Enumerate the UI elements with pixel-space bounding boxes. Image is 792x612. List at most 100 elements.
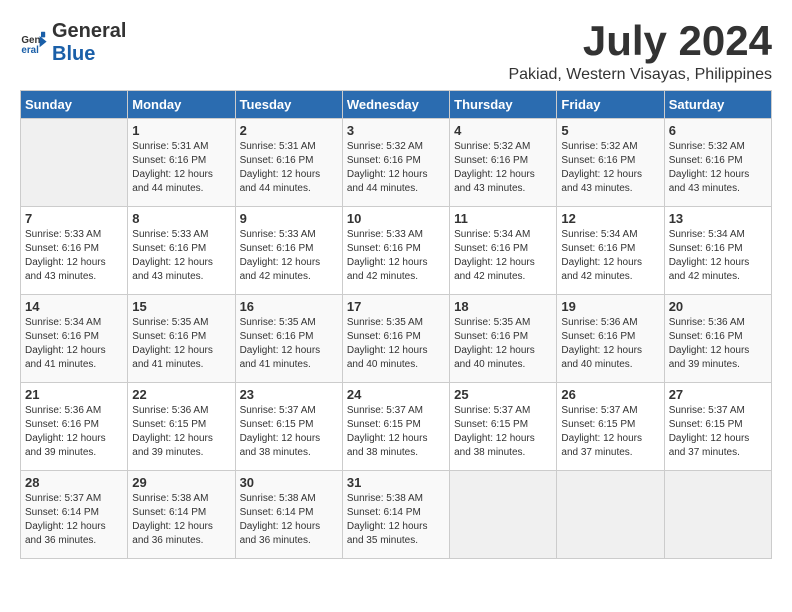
calendar-cell: 8 Sunrise: 5:33 AM Sunset: 6:16 PM Daylig… (128, 207, 235, 295)
day-number: 21 (25, 387, 123, 402)
calendar-week-row: 21 Sunrise: 5:36 AM Sunset: 6:16 PM Dayli… (21, 383, 772, 471)
day-info: Sunrise: 5:32 AM Sunset: 6:16 PM Dayligh… (347, 140, 445, 196)
day-info: Sunrise: 5:36 AM Sunset: 6:16 PM Dayligh… (561, 316, 659, 372)
day-number: 28 (25, 475, 123, 490)
day-number: 23 (240, 387, 338, 402)
calendar-cell: 12 Sunrise: 5:34 AM Sunset: 6:16 PM Dayli… (557, 207, 664, 295)
day-info: Sunrise: 5:38 AM Sunset: 6:14 PM Dayligh… (132, 492, 230, 548)
day-number: 18 (454, 299, 552, 314)
calendar-cell: 25Sunrise: 5:37 AM Sunset: 6:15 PM Dayli… (450, 383, 557, 471)
day-info: Sunrise: 5:34 AM Sunset: 6:16 PM Dayligh… (669, 228, 767, 284)
weekday-header-saturday: Saturday (664, 91, 771, 119)
day-info: Sunrise: 5:37 AM Sunset: 6:15 PM Dayligh… (669, 404, 767, 460)
day-info: Sunrise: 5:35 AM Sunset: 6:16 PM Dayligh… (132, 316, 230, 372)
calendar-cell (557, 471, 664, 559)
weekday-header-wednesday: Wednesday (342, 91, 449, 119)
day-info: Sunrise: 5:32 AM Sunset: 6:16 PM Dayligh… (561, 140, 659, 196)
day-number: 25 (454, 387, 552, 402)
calendar-cell: 3Sunrise: 5:32 AM Sunset: 6:16 PM Daylig… (342, 119, 449, 207)
day-info: Sunrise: 5:36 AM Sunset: 6:16 PM Dayligh… (25, 404, 123, 460)
calendar-cell (450, 471, 557, 559)
day-info: Sunrise: 5:34 AM Sunset: 6:16 PM Dayligh… (561, 228, 659, 284)
day-info: Sunrise: 5:36 AM Sunset: 6:16 PM Dayligh… (669, 316, 767, 372)
svg-text:eral: eral (21, 45, 39, 56)
logo: Gen eral General Blue (20, 20, 126, 66)
calendar-cell: 6 Sunrise: 5:32 AM Sunset: 6:16 PM Daylig… (664, 119, 771, 207)
weekday-header-row: SundayMondayTuesdayWednesdayThursdayFrid… (21, 91, 772, 119)
day-number: 30 (240, 475, 338, 490)
day-info: Sunrise: 5:37 AM Sunset: 6:14 PM Dayligh… (25, 492, 123, 548)
day-number: 19 (561, 299, 659, 314)
day-info: Sunrise: 5:37 AM Sunset: 6:15 PM Dayligh… (240, 404, 338, 460)
calendar-cell: 15 Sunrise: 5:35 AM Sunset: 6:16 PM Dayli… (128, 295, 235, 383)
day-number: 7 (25, 211, 123, 226)
calendar-cell: 14 Sunrise: 5:34 AM Sunset: 6:16 PM Dayli… (21, 295, 128, 383)
calendar-cell: 20Sunrise: 5:36 AM Sunset: 6:16 PM Dayli… (664, 295, 771, 383)
day-number: 26 (561, 387, 659, 402)
day-info: Sunrise: 5:35 AM Sunset: 6:16 PM Dayligh… (347, 316, 445, 372)
month-year-title: July 2024 (508, 20, 772, 62)
calendar-cell (21, 119, 128, 207)
day-info: Sunrise: 5:33 AM Sunset: 6:16 PM Dayligh… (347, 228, 445, 284)
day-info: Sunrise: 5:31 AM Sunset: 6:16 PM Dayligh… (132, 140, 230, 196)
day-number: 15 (132, 299, 230, 314)
logo-blue: Blue (52, 43, 95, 65)
day-info: Sunrise: 5:33 AM Sunset: 6:16 PM Dayligh… (132, 228, 230, 284)
calendar-cell: 26 Sunrise: 5:37 AM Sunset: 6:15 PM Dayli… (557, 383, 664, 471)
calendar-cell: 18 Sunrise: 5:35 AM Sunset: 6:16 PM Dayli… (450, 295, 557, 383)
day-info: Sunrise: 5:32 AM Sunset: 6:16 PM Dayligh… (669, 140, 767, 196)
calendar-cell: 16Sunrise: 5:35 AM Sunset: 6:16 PM Dayli… (235, 295, 342, 383)
day-number: 8 (132, 211, 230, 226)
calendar-cell: 17 Sunrise: 5:35 AM Sunset: 6:16 PM Dayli… (342, 295, 449, 383)
day-number: 31 (347, 475, 445, 490)
logo-text: General Blue (52, 20, 126, 66)
day-info: Sunrise: 5:38 AM Sunset: 6:14 PM Dayligh… (347, 492, 445, 548)
weekday-header-sunday: Sunday (21, 91, 128, 119)
day-info: Sunrise: 5:35 AM Sunset: 6:16 PM Dayligh… (240, 316, 338, 372)
day-info: Sunrise: 5:35 AM Sunset: 6:16 PM Dayligh… (454, 316, 552, 372)
day-info: Sunrise: 5:36 AM Sunset: 6:15 PM Dayligh… (132, 404, 230, 460)
calendar-cell: 10 Sunrise: 5:33 AM Sunset: 6:16 PM Dayli… (342, 207, 449, 295)
day-number: 1 (132, 123, 230, 138)
calendar-table: SundayMondayTuesdayWednesdayThursdayFrid… (20, 90, 772, 559)
day-number: 2 (240, 123, 338, 138)
weekday-header-monday: Monday (128, 91, 235, 119)
calendar-cell: 24 Sunrise: 5:37 AM Sunset: 6:15 PM Dayli… (342, 383, 449, 471)
day-info: Sunrise: 5:37 AM Sunset: 6:15 PM Dayligh… (561, 404, 659, 460)
logo-general: General (52, 20, 126, 42)
calendar-cell: 22 Sunrise: 5:36 AM Sunset: 6:15 PM Dayli… (128, 383, 235, 471)
calendar-cell: 30 Sunrise: 5:38 AM Sunset: 6:14 PM Dayli… (235, 471, 342, 559)
calendar-cell: 28 Sunrise: 5:37 AM Sunset: 6:14 PM Dayli… (21, 471, 128, 559)
day-number: 6 (669, 123, 767, 138)
calendar-week-row: 14 Sunrise: 5:34 AM Sunset: 6:16 PM Dayli… (21, 295, 772, 383)
day-number: 4 (454, 123, 552, 138)
day-info: Sunrise: 5:33 AM Sunset: 6:16 PM Dayligh… (25, 228, 123, 284)
weekday-header-friday: Friday (557, 91, 664, 119)
calendar-cell (664, 471, 771, 559)
day-info: Sunrise: 5:32 AM Sunset: 6:16 PM Dayligh… (454, 140, 552, 196)
day-info: Sunrise: 5:34 AM Sunset: 6:16 PM Dayligh… (454, 228, 552, 284)
weekday-header-thursday: Thursday (450, 91, 557, 119)
day-number: 24 (347, 387, 445, 402)
day-number: 12 (561, 211, 659, 226)
day-number: 22 (132, 387, 230, 402)
calendar-cell: 13 Sunrise: 5:34 AM Sunset: 6:16 PM Dayli… (664, 207, 771, 295)
day-number: 10 (347, 211, 445, 226)
day-number: 17 (347, 299, 445, 314)
logo-icon: Gen eral (20, 29, 48, 57)
calendar-cell: 19 Sunrise: 5:36 AM Sunset: 6:16 PM Dayli… (557, 295, 664, 383)
day-number: 14 (25, 299, 123, 314)
calendar-cell: 21 Sunrise: 5:36 AM Sunset: 6:16 PM Dayli… (21, 383, 128, 471)
day-info: Sunrise: 5:37 AM Sunset: 6:15 PM Dayligh… (347, 404, 445, 460)
location-subtitle: Pakiad, Western Visayas, Philippines (508, 66, 772, 84)
calendar-cell: 4 Sunrise: 5:32 AM Sunset: 6:16 PM Daylig… (450, 119, 557, 207)
day-info: Sunrise: 5:38 AM Sunset: 6:14 PM Dayligh… (240, 492, 338, 548)
title-area: July 2024 Pakiad, Western Visayas, Phili… (508, 20, 772, 84)
day-number: 29 (132, 475, 230, 490)
day-number: 13 (669, 211, 767, 226)
day-number: 5 (561, 123, 659, 138)
weekday-header-tuesday: Tuesday (235, 91, 342, 119)
day-info: Sunrise: 5:34 AM Sunset: 6:16 PM Dayligh… (25, 316, 123, 372)
calendar-cell: 1 Sunrise: 5:31 AM Sunset: 6:16 PM Daylig… (128, 119, 235, 207)
calendar-cell: 31 Sunrise: 5:38 AM Sunset: 6:14 PM Dayli… (342, 471, 449, 559)
